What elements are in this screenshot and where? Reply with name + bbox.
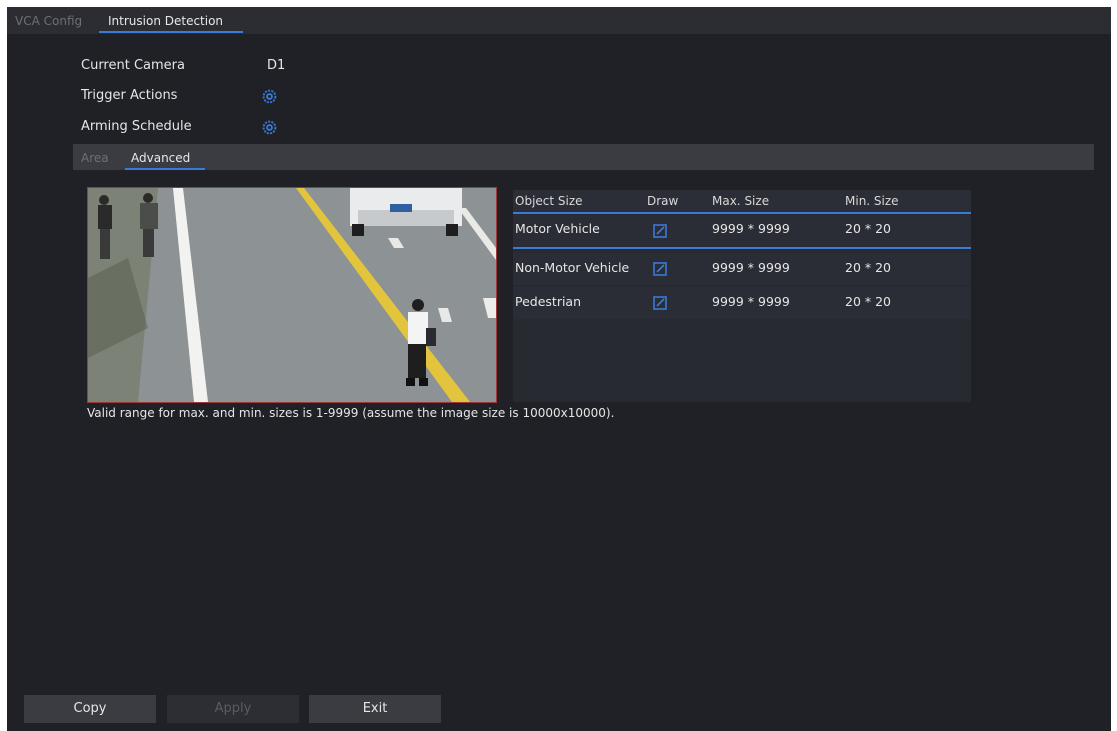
- sub-tab-bar: Area Advanced: [73, 144, 1094, 170]
- selected-row-divider: [513, 247, 971, 249]
- column-header-max-size: Max. Size: [712, 194, 770, 208]
- camera-preview[interactable]: [87, 187, 497, 403]
- object-type-cell: Pedestrian: [515, 294, 582, 309]
- active-tab-indicator: [99, 31, 243, 33]
- column-header-min-size: Min. Size: [845, 194, 899, 208]
- gear-icon[interactable]: [262, 89, 277, 104]
- current-camera-label: Current Camera: [81, 58, 185, 73]
- tab-intrusion-detection[interactable]: Intrusion Detection: [108, 14, 223, 28]
- table-row-motor-vehicle[interactable]: Motor Vehicle 9999 * 9999 20 * 20: [513, 215, 971, 247]
- tab-advanced[interactable]: Advanced: [131, 151, 190, 165]
- size-range-note: Valid range for max. and min. sizes is 1…: [87, 406, 615, 420]
- edit-icon[interactable]: [653, 224, 667, 238]
- copy-button[interactable]: Copy: [24, 695, 156, 723]
- trigger-actions-label: Trigger Actions: [81, 88, 178, 103]
- min-size-cell[interactable]: 20 * 20: [845, 221, 891, 236]
- min-size-cell[interactable]: 20 * 20: [845, 294, 891, 309]
- top-tab-bar: VCA Config Intrusion Detection: [7, 7, 1111, 34]
- max-size-cell[interactable]: 9999 * 9999: [712, 221, 790, 236]
- exit-button[interactable]: Exit: [309, 695, 441, 723]
- object-type-cell: Non-Motor Vehicle: [515, 260, 630, 275]
- tab-area[interactable]: Area: [81, 151, 109, 165]
- column-header-object-size: Object Size: [515, 194, 583, 208]
- current-camera-value[interactable]: D1: [267, 58, 285, 73]
- tab-vca-config[interactable]: VCA Config: [15, 14, 82, 28]
- min-size-cell[interactable]: 20 * 20: [845, 260, 891, 275]
- intrusion-detection-window: VCA Config Intrusion Detection Current C…: [7, 7, 1111, 731]
- arming-schedule-label: Arming Schedule: [81, 119, 192, 134]
- object-type-cell: Motor Vehicle: [515, 221, 600, 236]
- column-header-draw: Draw: [647, 194, 679, 208]
- table-row-pedestrian[interactable]: Pedestrian 9999 * 9999 20 * 20: [513, 287, 971, 319]
- table-header: Object Size Draw Max. Size Min. Size: [513, 190, 971, 212]
- max-size-cell[interactable]: 9999 * 9999: [712, 294, 790, 309]
- table-row-non-motor-vehicle[interactable]: Non-Motor Vehicle 9999 * 9999 20 * 20: [513, 253, 971, 285]
- active-subtab-indicator: [125, 168, 205, 170]
- edit-icon[interactable]: [653, 262, 667, 276]
- max-size-cell[interactable]: 9999 * 9999: [712, 260, 790, 275]
- apply-button[interactable]: Apply: [167, 695, 299, 723]
- header-divider: [513, 212, 971, 214]
- object-size-table: Object Size Draw Max. Size Min. Size Mot…: [513, 190, 971, 402]
- edit-icon[interactable]: [653, 296, 667, 310]
- gear-icon[interactable]: [262, 120, 277, 135]
- camera-scene-image: [88, 188, 496, 402]
